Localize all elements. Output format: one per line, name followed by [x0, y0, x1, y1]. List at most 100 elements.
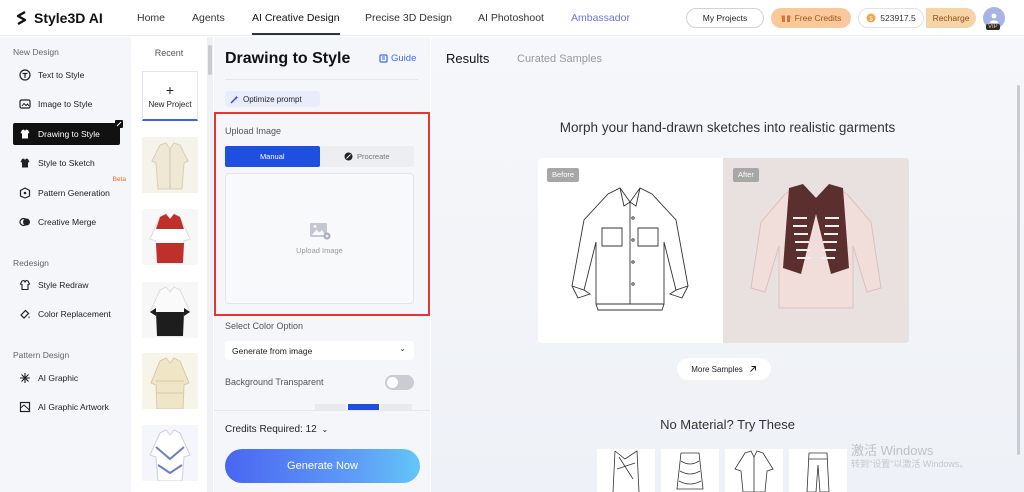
top-navigation: Style3D AI Home Agents AI Creative Desig… — [0, 0, 1024, 36]
pin-corner-icon — [115, 120, 123, 128]
user-icon — [989, 13, 999, 23]
procreate-icon — [344, 152, 353, 161]
image-to-style-icon — [19, 98, 31, 110]
section-redesign: Redesign — [13, 258, 49, 268]
drawing-to-style-icon — [19, 128, 31, 140]
mode-manual-tab[interactable]: Manual — [225, 146, 320, 167]
sidebar-item-color-replacement[interactable]: Color Replacement — [13, 303, 120, 325]
background-transparent-toggle[interactable] — [385, 375, 414, 390]
sidebar-item-style-redraw[interactable]: Style Redraw — [13, 274, 120, 296]
sidebar-item-style-to-sketch[interactable]: Style to Sketch — [13, 152, 120, 174]
ai-graphic-icon — [19, 372, 31, 384]
color-option-value: Generate from image — [232, 345, 313, 356]
sidebar-item-creative-merge[interactable]: Creative Merge — [13, 211, 120, 233]
after-garment-image — [723, 158, 909, 343]
dropzone-label: Upload Image — [296, 246, 343, 255]
scrollbar-thumb[interactable] — [1017, 85, 1020, 455]
pattern-generation-icon — [19, 187, 31, 199]
tab-curated-samples[interactable]: Curated Samples — [517, 53, 602, 65]
cream-parka-thumbnail[interactable] — [142, 353, 198, 409]
section-pattern-design: Pattern Design — [13, 350, 70, 360]
sidebar-item-text-to-style[interactable]: Text to Style — [13, 64, 120, 86]
sidebar-item-label: Image to Style — [38, 99, 93, 109]
nav-precise-3d-design[interactable]: Precise 3D Design — [365, 12, 452, 24]
sidebar-item-ai-graphic-artwork[interactable]: AI Graphic Artwork — [13, 396, 120, 418]
guide-label: Guide — [391, 53, 417, 64]
black-white-jacket-thumbnail[interactable] — [142, 282, 198, 338]
new-project-label: New Project — [148, 99, 192, 109]
style3d-logo-icon — [16, 10, 27, 25]
nav-ai-creative-design[interactable]: AI Creative Design — [252, 12, 340, 35]
before-sketch-image — [538, 158, 723, 343]
panel-footer: Credits Required: 12 ⌄ Generate Now — [214, 410, 430, 492]
gift-icon — [781, 15, 791, 22]
sidebar-item-ai-graphic[interactable]: AI Graphic — [13, 367, 120, 389]
nav-home[interactable]: Home — [137, 12, 165, 24]
blue-white-jacket-thumbnail[interactable] — [142, 425, 198, 481]
sidebar-item-label: Pattern Generation — [38, 188, 110, 198]
sidebar-item-label: Text to Style — [38, 70, 85, 80]
before-tag: Before — [547, 168, 580, 182]
nav-agents[interactable]: Agents — [192, 12, 225, 24]
image-dropzone[interactable]: Upload Image — [225, 173, 414, 304]
results-scrollbar[interactable] — [1016, 37, 1022, 492]
sample-sketch-jacket[interactable] — [725, 449, 783, 492]
toggle-knob — [387, 377, 398, 388]
nav-ai-photoshoot[interactable]: AI Photoshoot — [478, 12, 544, 24]
free-credits-label: Free Credits — [794, 13, 842, 23]
sidebar-item-drawing-to-style[interactable]: Drawing to Style — [13, 120, 123, 145]
color-option-select[interactable]: Generate from image ⌄ — [225, 341, 414, 360]
more-samples-button[interactable]: More Samples — [677, 358, 771, 380]
sidebar-item-image-to-style[interactable]: Image to Style — [13, 93, 120, 115]
tab-results[interactable]: Results — [446, 51, 489, 66]
beta-badge: Beta — [112, 176, 126, 183]
credits-balance: $ 523917.5 — [858, 8, 924, 28]
before-after-card: Before After — [538, 158, 909, 343]
creative-merge-icon — [19, 216, 31, 228]
red-white-jacket-thumbnail[interactable] — [142, 209, 198, 265]
credits-required[interactable]: Credits Required: 12 ⌄ — [225, 424, 328, 435]
optimize-prompt-label: Optimize prompt — [243, 94, 302, 104]
sidebar-item-label: Style Redraw — [38, 280, 89, 290]
mode-label: Procreate — [356, 152, 390, 161]
cream-jacket-thumbnail[interactable] — [142, 137, 198, 193]
section-new-design: New Design — [13, 47, 59, 57]
sidebar-item-label: AI Graphic — [38, 373, 79, 383]
after-photo — [723, 158, 909, 343]
new-project-button[interactable]: + New Project — [142, 71, 198, 121]
my-projects-button[interactable]: My Projects — [686, 8, 764, 28]
nav-ambassador[interactable]: Ambassador — [571, 12, 630, 24]
after-tag: After — [733, 168, 759, 182]
sample-sketch-pants[interactable] — [789, 449, 847, 492]
scrollbar-thumb[interactable] — [208, 45, 212, 75]
external-arrow-icon — [749, 366, 756, 372]
guide-link[interactable]: Guide — [379, 53, 416, 64]
color-replacement-icon — [19, 308, 31, 320]
optimize-prompt-button[interactable]: Optimize prompt — [225, 91, 320, 107]
upload-image-label: Upload Image — [225, 126, 282, 136]
sidebar-item-label: Creative Merge — [38, 217, 97, 227]
free-credits-button[interactable]: Free Credits — [771, 8, 851, 28]
tool-sidebar: New Design Text to Style Image to Style … — [0, 37, 131, 492]
results-area: Results Curated Samples Morph your hand-… — [431, 37, 1024, 492]
book-icon — [379, 54, 388, 63]
style-to-sketch-icon — [19, 157, 31, 169]
brand-logo[interactable]: Style3D AI — [14, 10, 122, 26]
results-headline: Morph your hand-drawn sketches into real… — [559, 120, 896, 135]
recent-projects: Recent + New Project — [132, 37, 206, 492]
recharge-button[interactable]: Recharge — [926, 8, 976, 28]
ai-graphic-artwork-icon — [19, 401, 31, 413]
sample-sketch-dress[interactable] — [597, 449, 655, 492]
background-transparent-label: Background Transparent — [225, 377, 324, 387]
sample-sketch-skirt[interactable] — [661, 449, 719, 492]
sidebar-item-pattern-generation[interactable]: Pattern Generation Beta — [13, 176, 126, 204]
generate-now-button[interactable]: Generate Now — [225, 449, 420, 483]
sidebar-item-label: Style to Sketch — [38, 158, 95, 168]
input-mode-toggle: Manual Procreate — [225, 146, 414, 167]
sidebar-item-label: AI Graphic Artwork — [38, 402, 109, 412]
color-option-label: Select Color Option — [225, 321, 304, 331]
mode-procreate-tab[interactable]: Procreate — [320, 146, 415, 167]
credits-required-label: Credits Required: 12 — [225, 424, 317, 435]
no-material-heading: No Material? Try These — [660, 417, 795, 432]
recent-scrollbar[interactable] — [207, 37, 213, 492]
